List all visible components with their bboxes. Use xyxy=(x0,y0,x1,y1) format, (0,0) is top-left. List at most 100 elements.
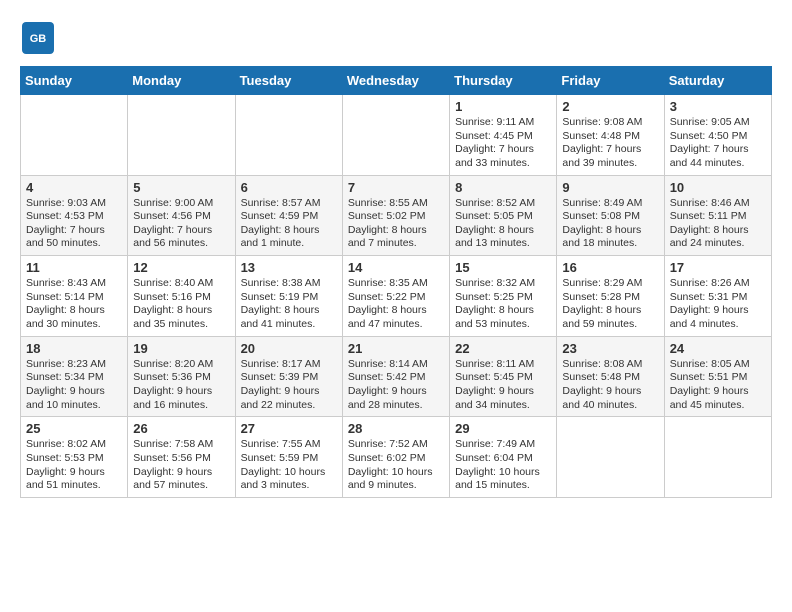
day-info: and 47 minutes. xyxy=(348,318,444,332)
day-info: and 16 minutes. xyxy=(133,399,229,413)
day-info: Sunset: 5:48 PM xyxy=(562,371,658,385)
calendar-day-cell: 17Sunrise: 8:26 AMSunset: 5:31 PMDayligh… xyxy=(664,256,771,337)
day-info: Sunset: 5:53 PM xyxy=(26,452,122,466)
day-of-week-header: Friday xyxy=(557,67,664,95)
day-info: Sunset: 6:04 PM xyxy=(455,452,551,466)
day-number: 26 xyxy=(133,421,229,436)
day-number: 3 xyxy=(670,99,766,114)
day-of-week-header: Sunday xyxy=(21,67,128,95)
day-info: Sunset: 4:56 PM xyxy=(133,210,229,224)
day-info: and 51 minutes. xyxy=(26,479,122,493)
day-info: Daylight: 8 hours xyxy=(348,224,444,238)
day-info: Sunrise: 8:08 AM xyxy=(562,358,658,372)
day-info: Sunset: 4:59 PM xyxy=(241,210,337,224)
calendar-day-cell: 15 Sunrise: 8:32 AMSunset: 5:25 PMDayligh… xyxy=(450,256,557,337)
day-info: Daylight: 8 hours xyxy=(241,304,337,318)
day-info: and 10 minutes. xyxy=(26,399,122,413)
day-info: Sunrise: 8:57 AM xyxy=(241,197,337,211)
day-info: Sunrise: 8:29 AM xyxy=(562,277,658,291)
day-info: Sunset: 5:59 PM xyxy=(241,452,337,466)
day-info: Sunrise: 8:49 AM xyxy=(562,197,658,211)
day-info: Sunrise: 8:32 AM xyxy=(455,277,551,291)
day-number: 17 xyxy=(670,260,766,275)
day-number: 28 xyxy=(348,421,444,436)
day-info: Sunrise: 7:55 AM xyxy=(241,438,337,452)
day-info: Sunset: 5:25 PM xyxy=(455,291,551,305)
calendar-day-cell: 24Sunrise: 8:05 AMSunset: 5:51 PMDayligh… xyxy=(664,336,771,417)
day-info: Sunrise: 8:05 AM xyxy=(670,358,766,372)
day-number: 7 xyxy=(348,180,444,195)
day-number: 14 xyxy=(348,260,444,275)
day-info: Daylight: 8 hours xyxy=(670,224,766,238)
day-info: Daylight: 9 hours xyxy=(670,385,766,399)
day-info: Sunrise: 8:40 AM xyxy=(133,277,229,291)
day-info: and 35 minutes. xyxy=(133,318,229,332)
calendar-table: SundayMondayTuesdayWednesdayThursdayFrid… xyxy=(20,66,772,498)
day-info: Sunrise: 8:02 AM xyxy=(26,438,122,452)
day-info: Sunset: 5:31 PM xyxy=(670,291,766,305)
day-info: Sunset: 5:42 PM xyxy=(348,371,444,385)
day-info: Sunset: 4:50 PM xyxy=(670,130,766,144)
day-info: and 33 minutes. xyxy=(455,157,551,171)
day-info: Sunrise: 8:52 AM xyxy=(455,197,551,211)
day-number: 11 xyxy=(26,260,122,275)
day-info: Sunrise: 7:52 AM xyxy=(348,438,444,452)
day-number: 12 xyxy=(133,260,229,275)
day-number: 20 xyxy=(241,341,337,356)
calendar-day-cell xyxy=(128,95,235,176)
day-number: 2 xyxy=(562,99,658,114)
day-info: Sunrise: 7:58 AM xyxy=(133,438,229,452)
day-info: Sunset: 5:34 PM xyxy=(26,371,122,385)
day-info: Sunset: 5:39 PM xyxy=(241,371,337,385)
day-of-week-header: Saturday xyxy=(664,67,771,95)
day-of-week-header: Thursday xyxy=(450,67,557,95)
day-info: Daylight: 7 hours xyxy=(133,224,229,238)
calendar-week-row: 11Sunrise: 8:43 AMSunset: 5:14 PMDayligh… xyxy=(21,256,772,337)
day-number: 4 xyxy=(26,180,122,195)
day-info: Sunset: 5:02 PM xyxy=(348,210,444,224)
day-info: Sunset: 5:28 PM xyxy=(562,291,658,305)
calendar-day-cell: 27Sunrise: 7:55 AMSunset: 5:59 PMDayligh… xyxy=(235,417,342,498)
day-number: 21 xyxy=(348,341,444,356)
day-number: 5 xyxy=(133,180,229,195)
day-info: Sunset: 5:11 PM xyxy=(670,210,766,224)
calendar-day-cell: 6Sunrise: 8:57 AMSunset: 4:59 PMDaylight… xyxy=(235,175,342,256)
calendar-week-row: 1Sunrise: 9:11 AMSunset: 4:45 PMDaylight… xyxy=(21,95,772,176)
day-info: Daylight: 9 hours xyxy=(562,385,658,399)
day-info: Sunrise: 7:49 AM xyxy=(455,438,551,452)
calendar-day-cell: 2Sunrise: 9:08 AMSunset: 4:48 PMDaylight… xyxy=(557,95,664,176)
day-info: Daylight: 8 hours xyxy=(348,304,444,318)
day-info: and 9 minutes. xyxy=(348,479,444,493)
day-info: Daylight: 8 hours xyxy=(562,304,658,318)
day-info: Daylight: 8 hours xyxy=(133,304,229,318)
calendar-day-cell: 18Sunrise: 8:23 AMSunset: 5:34 PMDayligh… xyxy=(21,336,128,417)
day-info: and 13 minutes. xyxy=(455,237,551,251)
day-info: and 1 minute. xyxy=(241,237,337,251)
day-info: Sunset: 4:53 PM xyxy=(26,210,122,224)
calendar-day-cell: 10Sunrise: 8:46 AMSunset: 5:11 PMDayligh… xyxy=(664,175,771,256)
day-info: Sunset: 5:19 PM xyxy=(241,291,337,305)
day-info: Sunset: 5:51 PM xyxy=(670,371,766,385)
day-info: Sunrise: 8:17 AM xyxy=(241,358,337,372)
day-info: Daylight: 9 hours xyxy=(133,466,229,480)
day-info: Daylight: 9 hours xyxy=(26,385,122,399)
calendar-day-cell: 7 Sunrise: 8:55 AMSunset: 5:02 PMDaylight… xyxy=(342,175,449,256)
day-info: Sunset: 4:48 PM xyxy=(562,130,658,144)
day-info: Sunrise: 9:03 AM xyxy=(26,197,122,211)
day-info: Daylight: 8 hours xyxy=(241,224,337,238)
calendar-day-cell xyxy=(21,95,128,176)
day-info: and 56 minutes. xyxy=(133,237,229,251)
day-info: Daylight: 7 hours xyxy=(455,143,551,157)
day-number: 15 xyxy=(455,260,551,275)
day-of-week-header: Wednesday xyxy=(342,67,449,95)
day-info: and 15 minutes. xyxy=(455,479,551,493)
day-info: Sunrise: 8:55 AM xyxy=(348,197,444,211)
day-info: Sunrise: 8:38 AM xyxy=(241,277,337,291)
day-info: Daylight: 8 hours xyxy=(26,304,122,318)
day-number: 1 xyxy=(455,99,551,114)
day-info: Daylight: 8 hours xyxy=(455,304,551,318)
day-info: Sunrise: 9:05 AM xyxy=(670,116,766,130)
day-number: 8 xyxy=(455,180,551,195)
calendar-day-cell: 19Sunrise: 8:20 AMSunset: 5:36 PMDayligh… xyxy=(128,336,235,417)
day-info: and 45 minutes. xyxy=(670,399,766,413)
